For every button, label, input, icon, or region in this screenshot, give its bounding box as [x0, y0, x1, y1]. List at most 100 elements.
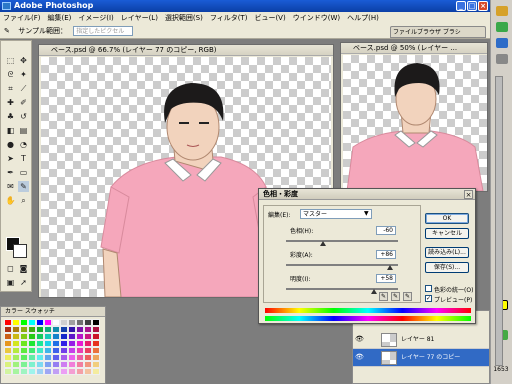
- color-swatch[interactable]: [20, 368, 28, 375]
- save-button[interactable]: 保存(S)...: [425, 262, 469, 273]
- slice-tool-icon[interactable]: ⟋: [18, 83, 29, 94]
- color-swatch[interactable]: [68, 347, 76, 354]
- color-swatch[interactable]: [44, 319, 52, 326]
- color-swatch[interactable]: [60, 368, 68, 375]
- layer-row-selected[interactable]: 👁 レイヤー 77 のコピー: [353, 349, 489, 367]
- color-swatch[interactable]: [52, 340, 60, 347]
- eraser-tool-icon[interactable]: ◧: [5, 125, 16, 136]
- color-swatch[interactable]: [76, 368, 84, 375]
- color-swatch[interactable]: [92, 319, 100, 326]
- color-swatch[interactable]: [68, 326, 76, 333]
- close-button[interactable]: ×: [478, 1, 488, 11]
- maximize-button[interactable]: □: [467, 1, 477, 11]
- color-swatch[interactable]: [4, 326, 12, 333]
- color-swatch[interactable]: [12, 354, 20, 361]
- type-tool-icon[interactable]: T: [18, 153, 29, 164]
- edit-select[interactable]: マスター: [300, 209, 372, 219]
- dodge-tool-icon[interactable]: ◔: [18, 139, 29, 150]
- color-swatch[interactable]: [20, 361, 28, 368]
- color-swatch[interactable]: [4, 340, 12, 347]
- color-swatch[interactable]: [36, 340, 44, 347]
- color-swatch[interactable]: [36, 368, 44, 375]
- magic-wand-tool-icon[interactable]: ✦: [18, 69, 29, 80]
- color-swatch[interactable]: [52, 326, 60, 333]
- color-swatch[interactable]: [92, 326, 100, 333]
- eyedropper-plus-icon[interactable]: ✎: [391, 292, 400, 301]
- clone-stamp-tool-icon[interactable]: ♣: [5, 111, 16, 122]
- desktop-icon[interactable]: [496, 54, 508, 64]
- color-swatch[interactable]: [52, 368, 60, 375]
- color-swatch[interactable]: [92, 333, 100, 340]
- color-swatch[interactable]: [84, 368, 92, 375]
- color-swatch[interactable]: [60, 333, 68, 340]
- color-swatch[interactable]: [28, 333, 36, 340]
- color-swatch[interactable]: [68, 319, 76, 326]
- color-swatch[interactable]: [28, 361, 36, 368]
- menu-select[interactable]: 選択範囲(S): [165, 12, 203, 24]
- menu-view[interactable]: ビュー(V): [254, 12, 285, 24]
- color-swatch[interactable]: [20, 333, 28, 340]
- color-swatch[interactable]: [4, 333, 12, 340]
- notes-tool-icon[interactable]: ✉: [5, 181, 16, 192]
- preview-checkbox[interactable]: ✓: [425, 295, 432, 302]
- color-swatch[interactable]: [36, 333, 44, 340]
- color-swatch[interactable]: [4, 347, 12, 354]
- color-swatch[interactable]: [52, 319, 60, 326]
- chevron-down-icon[interactable]: ▼: [364, 210, 369, 217]
- color-swatch[interactable]: [60, 347, 68, 354]
- color-swatch[interactable]: [12, 319, 20, 326]
- color-swatch[interactable]: [28, 368, 36, 375]
- color-swatch[interactable]: [28, 319, 36, 326]
- menu-layer[interactable]: レイヤー(L): [121, 12, 158, 24]
- color-swatch[interactable]: [44, 354, 52, 361]
- pen-tool-icon[interactable]: ✒: [5, 167, 16, 178]
- background-color-swatch[interactable]: [13, 244, 27, 258]
- scrollbar[interactable]: [495, 76, 503, 366]
- menu-edit[interactable]: 編集(E): [48, 12, 72, 24]
- eye-icon[interactable]: 👁: [355, 353, 364, 362]
- eyedropper-icon[interactable]: ✎: [379, 292, 388, 301]
- menu-image[interactable]: イメージ(I): [78, 12, 113, 24]
- color-swatch[interactable]: [76, 347, 84, 354]
- lightness-field[interactable]: +58: [376, 274, 396, 283]
- color-swatch[interactable]: [92, 361, 100, 368]
- color-swatch[interactable]: [92, 340, 100, 347]
- eyedropper-minus-icon[interactable]: ✎: [403, 292, 412, 301]
- color-swatch[interactable]: [76, 333, 84, 340]
- saturation-slider-track[interactable]: [286, 264, 398, 266]
- colorize-checkbox[interactable]: [425, 285, 432, 292]
- gradient-tool-icon[interactable]: ▤: [18, 125, 29, 136]
- color-swatch[interactable]: [68, 354, 76, 361]
- color-swatch[interactable]: [68, 333, 76, 340]
- swatches-panel-tabs[interactable]: カラー スウォッチ: [1, 307, 105, 317]
- color-swatch[interactable]: [52, 361, 60, 368]
- color-swatch[interactable]: [60, 326, 68, 333]
- swatch-grid[interactable]: [4, 319, 100, 375]
- color-swatch[interactable]: [36, 326, 44, 333]
- dialog-close-button[interactable]: ×: [464, 190, 473, 199]
- menu-window[interactable]: ウインドウ(W): [293, 12, 340, 24]
- saturation-field[interactable]: +86: [376, 250, 396, 259]
- document-title[interactable]: ベース.psd @ 66.7% (レイヤー 77 のコピー, RGB): [39, 45, 333, 56]
- layer-row[interactable]: 👁 レイヤー 81: [353, 331, 489, 349]
- lightness-slider-thumb[interactable]: [371, 289, 378, 294]
- color-swatch[interactable]: [20, 326, 28, 333]
- document-window-secondary[interactable]: ベース.psd @ 50% (レイヤー ...: [340, 42, 488, 192]
- color-swatch[interactable]: [44, 361, 52, 368]
- color-swatch[interactable]: [92, 354, 100, 361]
- lasso-tool-icon[interactable]: ᘓ: [5, 69, 16, 80]
- shape-tool-icon[interactable]: ▭: [18, 167, 29, 178]
- color-swatch[interactable]: [44, 347, 52, 354]
- color-swatch[interactable]: [36, 354, 44, 361]
- color-swatch[interactable]: [52, 347, 60, 354]
- color-swatch[interactable]: [44, 326, 52, 333]
- color-swatch[interactable]: [28, 340, 36, 347]
- color-swatch[interactable]: [52, 354, 60, 361]
- color-swatch[interactable]: [12, 361, 20, 368]
- hue-field[interactable]: -60: [376, 226, 396, 235]
- color-swatch[interactable]: [44, 368, 52, 375]
- blur-tool-icon[interactable]: ●: [5, 139, 16, 150]
- color-swatch[interactable]: [4, 368, 12, 375]
- color-swatch[interactable]: [12, 368, 20, 375]
- menu-file[interactable]: ファイル(F): [3, 12, 41, 24]
